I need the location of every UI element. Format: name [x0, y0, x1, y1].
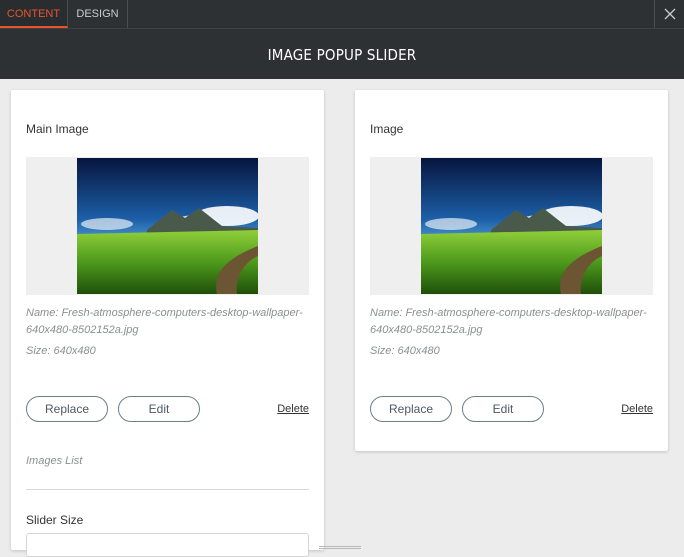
slider-size-label: Slider Size	[26, 513, 84, 527]
image-size: Size: 640x480	[26, 345, 96, 357]
image-preview-box	[26, 157, 309, 295]
replace-button[interactable]: Replace	[26, 396, 108, 422]
page-title: IMAGE POPUP SLIDER	[267, 46, 417, 64]
edit-button[interactable]: Edit	[118, 396, 200, 422]
image-thumbnail	[421, 158, 602, 294]
delete-link[interactable]: Delete	[277, 403, 309, 415]
close-icon	[664, 8, 676, 20]
image-name: Name: Fresh-atmosphere-computers-desktop…	[26, 307, 303, 336]
image-name: Name: Fresh-atmosphere-computers-desktop…	[370, 307, 647, 336]
delete-link[interactable]: Delete	[621, 403, 653, 415]
image-item-panel: Image Name: Fresh-atmosphere-computers-d…	[355, 90, 668, 451]
tab-content[interactable]: CONTENT	[0, 0, 68, 28]
divider	[26, 489, 309, 490]
tab-bar: CONTENT DESIGN	[0, 0, 684, 28]
image-preview-box	[370, 157, 653, 295]
image-thumbnail	[77, 158, 258, 294]
image-size: Size: 640x480	[370, 345, 440, 357]
replace-button[interactable]: Replace	[370, 396, 452, 422]
close-button[interactable]	[654, 0, 684, 28]
resize-handle[interactable]	[319, 546, 361, 549]
main-image-label: Main Image	[26, 122, 89, 136]
main-image-panel: Main Image Name: Fresh-atmosphere-comput…	[11, 90, 324, 557]
image-label: Image	[370, 122, 404, 136]
tab-design[interactable]: DESIGN	[68, 0, 128, 28]
slider-size-select[interactable]	[26, 533, 309, 557]
images-list-label: Images List	[26, 455, 83, 467]
panel-header: IMAGE POPUP SLIDER	[0, 28, 684, 79]
edit-button[interactable]: Edit	[462, 396, 544, 422]
